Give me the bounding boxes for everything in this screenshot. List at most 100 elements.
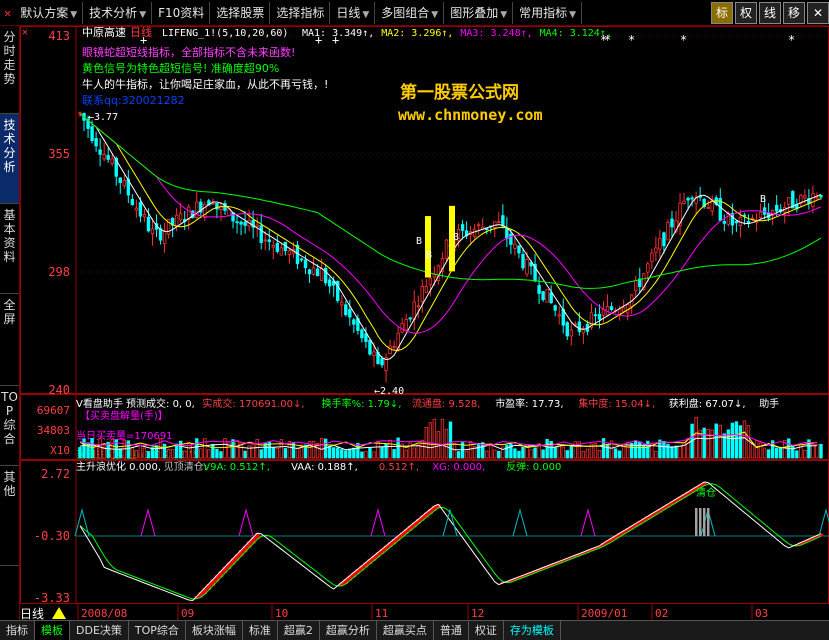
menu-item-6[interactable]: 多图组合 ▼: [376, 1, 445, 24]
volume-bar: [311, 440, 316, 459]
volume-bar: [235, 440, 239, 459]
menu-bar: ✕ 默认方案 ▼ 技术分析 ▼ F10资料 选择股票 选择指标 日线 ▼ 多图组合 ▼ 图形叠加 ▼ 常用指…: [0, 0, 829, 26]
menu-item-2[interactable]: F10资料: [153, 1, 211, 24]
candle-body: [138, 202, 143, 217]
bottom-tab-10[interactable]: 权证: [469, 621, 504, 640]
bottom-tab-9[interactable]: 普通: [434, 621, 469, 640]
candle-body: [174, 214, 179, 226]
candle-body: [311, 267, 316, 275]
menu-item-1[interactable]: 技术分析 ▼: [84, 1, 153, 24]
candle-body: [654, 247, 658, 253]
candle-body: [78, 112, 82, 115]
toolbar-button-2[interactable]: 线: [759, 2, 781, 24]
side-tab-4[interactable]: TOP综合: [0, 386, 19, 466]
window-close-button[interactable]: ✕: [807, 2, 829, 24]
volume-bar: [581, 451, 586, 459]
candle-body: [211, 202, 215, 205]
buy-mark: B: [426, 250, 432, 261]
volume-bar: [742, 420, 747, 459]
menu-item-label: F10资料: [158, 5, 205, 20]
volume-stat: 市盈率: 17.73,: [495, 397, 563, 410]
side-tab-3[interactable]: 全屏: [0, 294, 19, 386]
candle-body: [658, 238, 662, 250]
toolbar-button-1[interactable]: 权: [735, 2, 757, 24]
osc-stat: 主升浪优化 0.000,: [76, 460, 161, 473]
price-tick-label: 240: [48, 383, 70, 397]
volume-bar: [404, 449, 408, 459]
volume-bar: [283, 448, 288, 459]
menu-item-0[interactable]: 默认方案 ▼: [15, 1, 84, 24]
volume-bar: [670, 446, 674, 459]
volume-bar: [372, 451, 376, 459]
bottom-tab-2[interactable]: DDE决策: [70, 621, 129, 640]
osc-tick-label: -0.30: [34, 529, 70, 543]
signal-bar: [425, 216, 431, 278]
bottom-tab-3[interactable]: TOP综合: [129, 621, 186, 640]
osc-stat: VAA: 0.188↑,: [291, 462, 358, 473]
volume-bar: [678, 445, 682, 459]
menu-item-label: 图形叠加: [450, 5, 499, 20]
menu-item-5[interactable]: 日线 ▼: [331, 1, 376, 24]
bottom-tab-1[interactable]: 模板: [35, 621, 70, 640]
volume-bar: [718, 424, 722, 459]
candle-body: [501, 215, 505, 227]
volume-bar: [565, 450, 569, 459]
candle-body: [327, 279, 332, 287]
volume-bar: [191, 443, 195, 459]
candle-body: [787, 196, 791, 206]
candle-body: [460, 224, 465, 231]
right-button-group: 标权线移 ✕: [709, 2, 829, 24]
volume-bar: [295, 447, 300, 459]
volume-bar: [263, 443, 267, 459]
candle-body: [762, 207, 767, 215]
volume-bar: [336, 447, 340, 459]
bottom-tab-0[interactable]: 指标: [0, 621, 35, 640]
watermark-title: 第一股票公式网: [400, 83, 519, 103]
low-label: ←2.40: [374, 386, 404, 397]
candle-body: [815, 196, 819, 199]
volume-tick-label: 34803: [37, 424, 70, 437]
signal-marker-icon: *: [628, 33, 635, 47]
side-tab-0[interactable]: 分时走势: [0, 26, 19, 114]
volume-bar: [654, 451, 658, 459]
menu-item-7[interactable]: 图形叠加 ▼: [445, 1, 514, 24]
triangle-up-icon[interactable]: [52, 607, 66, 619]
candle-body: [609, 306, 614, 310]
close-icon[interactable]: ✕: [0, 6, 15, 20]
bottom-tab-8[interactable]: 超赢买点: [377, 621, 434, 640]
volume-bar: [231, 439, 235, 459]
bottom-tab-5[interactable]: 标准: [243, 621, 278, 640]
menu-item-4[interactable]: 选择指标: [271, 1, 331, 24]
date-label: 10: [275, 607, 288, 620]
menu-item-3[interactable]: 选择股票: [211, 1, 271, 24]
bottom-tab-7[interactable]: 超赢分析: [320, 621, 377, 640]
side-tab-1[interactable]: 技术分析: [0, 114, 19, 204]
clear-signal-bar: [695, 508, 698, 536]
close-icon[interactable]: ✕: [22, 27, 28, 38]
volume-bar: [142, 447, 147, 459]
candle-body: [267, 239, 271, 243]
volume-bar: [468, 441, 473, 459]
volume-bar: [174, 443, 179, 459]
volume-bar: [597, 449, 602, 459]
chevron-down-icon: ▼: [362, 9, 370, 20]
volume-bar: [78, 446, 82, 459]
side-tab-5[interactable]: 其他: [0, 466, 19, 566]
period-indicator[interactable]: 日线: [20, 607, 44, 620]
candle-body: [682, 200, 686, 204]
volume-bar: [183, 450, 187, 459]
bottom-tab-4[interactable]: 板块涨幅: [186, 621, 243, 640]
price-tick-label: 413: [48, 29, 70, 43]
menu-item-8[interactable]: 常用指标 ▼: [514, 1, 583, 24]
bottom-tab-11[interactable]: 存为模板: [504, 621, 561, 640]
toolbar-button-0[interactable]: 标: [711, 2, 733, 24]
signal-triangle-icon: [238, 508, 254, 537]
volume-bar: [710, 429, 714, 459]
candle-body: [364, 333, 368, 342]
toolbar-button-3[interactable]: 移: [783, 2, 805, 24]
side-tab-2[interactable]: 基本资料: [0, 204, 19, 294]
candle-body: [476, 224, 481, 227]
candle-body: [670, 218, 674, 228]
candle-body: [734, 221, 739, 224]
bottom-tab-6[interactable]: 超赢2: [278, 621, 320, 640]
